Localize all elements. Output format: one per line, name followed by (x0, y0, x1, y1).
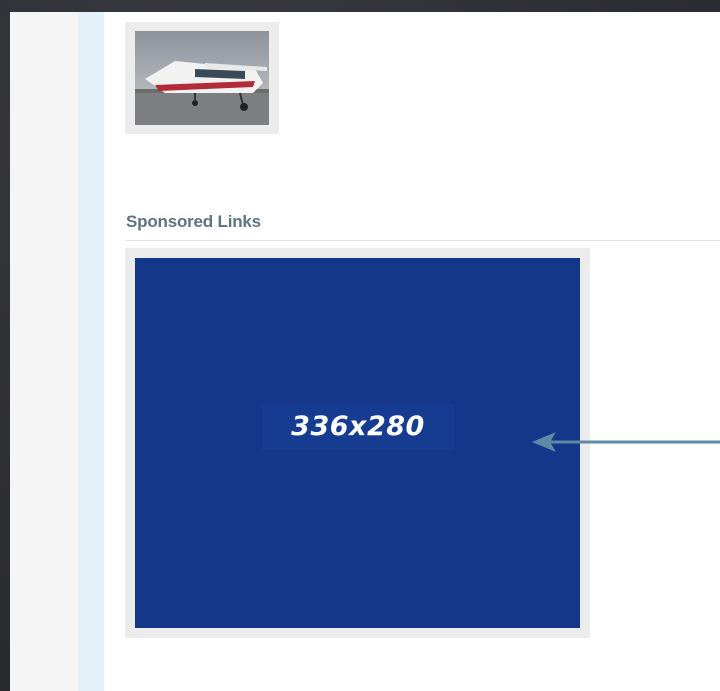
left-arrow-icon (532, 432, 720, 452)
left-stripe (78, 12, 104, 691)
divider (125, 240, 720, 241)
page: Sponsored Links 336x280 (10, 12, 720, 691)
sponsored-links-heading: Sponsored Links (126, 212, 261, 231)
ad-frame: 336x280 (125, 248, 590, 638)
ad-size-label: 336x280 (291, 411, 425, 442)
airplane-photo-icon (135, 31, 269, 125)
airplane-thumbnail[interactable] (125, 22, 279, 134)
ad-banner[interactable]: 336x280 (135, 258, 580, 628)
